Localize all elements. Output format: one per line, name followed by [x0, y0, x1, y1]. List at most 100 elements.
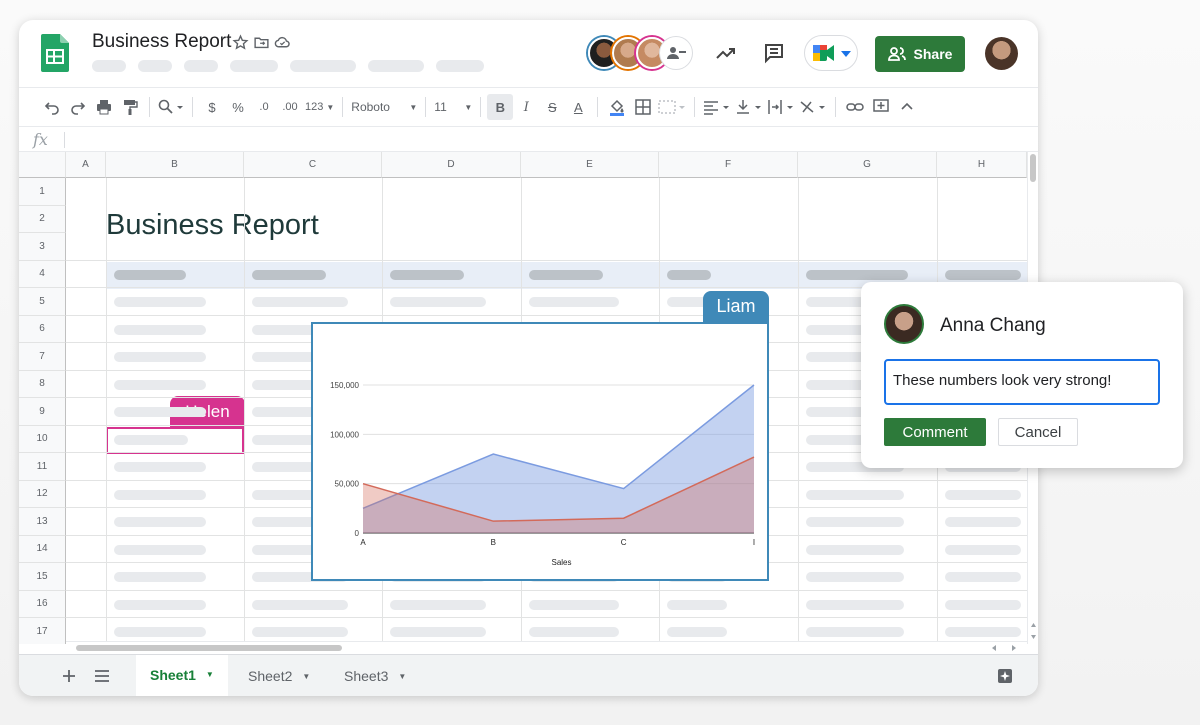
column-header[interactable]: A	[66, 152, 106, 178]
comment-cancel-button[interactable]: Cancel	[998, 418, 1078, 446]
fill-color-icon[interactable]	[604, 94, 630, 120]
cell-placeholder[interactable]	[806, 599, 904, 610]
column-header[interactable]: D	[382, 152, 521, 178]
font-size-select[interactable]: 11 ▼	[432, 94, 474, 120]
row-header[interactable]: 4	[19, 260, 66, 288]
collapse-toolbar-icon[interactable]	[894, 94, 920, 120]
comment-submit-button[interactable]: Comment	[884, 418, 986, 446]
cell-placeholder[interactable]	[806, 627, 904, 637]
row-header[interactable]: 5	[19, 288, 66, 316]
cell-placeholder[interactable]	[945, 489, 1021, 500]
row-header[interactable]: 15	[19, 563, 66, 591]
row-header[interactable]: 12	[19, 480, 66, 508]
cell-placeholder[interactable]	[114, 517, 206, 527]
row-header[interactable]: 11	[19, 453, 66, 481]
cell-placeholder[interactable]	[945, 627, 1021, 637]
cell-placeholder[interactable]	[945, 572, 1021, 582]
more-formats-button[interactable]: 123 ▼	[303, 94, 336, 120]
menu-item[interactable]	[230, 60, 278, 72]
formula-bar[interactable]: fx	[19, 128, 1038, 152]
row-header[interactable]: 3	[19, 233, 66, 261]
merge-cells-icon[interactable]	[656, 94, 688, 120]
activity-trend-icon[interactable]	[711, 38, 741, 68]
cell-placeholder[interactable]	[529, 627, 619, 637]
row-header[interactable]: 8	[19, 370, 66, 398]
header-cell-placeholder[interactable]	[806, 269, 908, 280]
move-folder-icon[interactable]	[253, 34, 270, 51]
cell-placeholder[interactable]	[114, 324, 206, 335]
menu-item[interactable]	[436, 60, 484, 72]
header-cell-placeholder[interactable]	[252, 269, 326, 280]
add-sheet-icon[interactable]	[55, 655, 83, 696]
cell-placeholder[interactable]	[114, 297, 206, 307]
account-avatar[interactable]	[985, 37, 1018, 70]
menu-item[interactable]	[184, 60, 218, 72]
header-cell-placeholder[interactable]	[945, 269, 1021, 280]
insert-comment-icon[interactable]	[868, 94, 894, 120]
row-header[interactable]: 2	[19, 205, 66, 233]
column-header[interactable]: G	[798, 152, 937, 178]
cell-placeholder[interactable]	[529, 599, 619, 610]
row-header[interactable]: 17	[19, 618, 66, 644]
cell-placeholder[interactable]	[390, 599, 486, 610]
column-header[interactable]: F	[659, 152, 798, 178]
strikethrough-button[interactable]: S	[539, 94, 565, 120]
text-wrapping-icon[interactable]	[765, 94, 797, 120]
italic-button[interactable]: I	[513, 94, 539, 120]
cell-placeholder[interactable]	[114, 434, 188, 445]
collaborator-avatars[interactable]	[588, 37, 698, 71]
borders-icon[interactable]	[630, 94, 656, 120]
cell-placeholder[interactable]	[806, 517, 904, 527]
cell-placeholder[interactable]	[806, 572, 904, 582]
cell-placeholder[interactable]	[114, 462, 206, 472]
cell-placeholder[interactable]	[252, 627, 348, 637]
sheet-heading[interactable]: Business Report	[106, 209, 319, 242]
row-header[interactable]: 7	[19, 343, 66, 371]
scroll-arrows-icon[interactable]	[1030, 622, 1037, 640]
row-header[interactable]: 14	[19, 535, 66, 563]
header-cell-placeholder[interactable]	[529, 269, 603, 280]
row-header[interactable]: 13	[19, 508, 66, 536]
cell-placeholder[interactable]	[390, 297, 486, 307]
increase-decimal-button[interactable]: .00	[277, 94, 303, 120]
paint-format-icon[interactable]	[117, 94, 143, 120]
column-header[interactable]: E	[521, 152, 659, 178]
row-header[interactable]: 1	[19, 178, 66, 206]
menu-item[interactable]	[92, 60, 126, 72]
zoom-icon[interactable]	[156, 94, 186, 120]
cell-placeholder[interactable]	[114, 627, 206, 637]
cell-placeholder[interactable]	[252, 599, 348, 610]
column-header[interactable]: H	[937, 152, 1027, 178]
vertical-scroll-thumb[interactable]	[1030, 154, 1036, 182]
scroll-arrows-icon[interactable]	[991, 644, 1017, 652]
cell-placeholder[interactable]	[945, 599, 1021, 610]
row-header[interactable]: 10	[19, 425, 66, 453]
bold-button[interactable]: B	[487, 94, 514, 120]
header-cell-placeholder[interactable]	[667, 269, 711, 280]
horizontal-scroll-thumb[interactable]	[76, 645, 342, 651]
menu-item[interactable]	[138, 60, 172, 72]
horizontal-align-icon[interactable]	[701, 94, 733, 120]
comment-input[interactable]: These numbers look very strong!	[884, 359, 1160, 405]
cell-placeholder[interactable]	[945, 544, 1021, 555]
explore-icon[interactable]	[993, 655, 1017, 696]
cell-placeholder[interactable]	[252, 297, 348, 307]
cell-placeholder[interactable]	[114, 352, 206, 362]
sheets-logo-icon[interactable]	[41, 34, 69, 72]
star-icon[interactable]	[232, 34, 249, 51]
select-all-corner[interactable]	[19, 152, 66, 178]
vertical-align-icon[interactable]	[733, 94, 765, 120]
cell-placeholder[interactable]	[114, 407, 206, 417]
sheet-tab[interactable]: Sheet2 ▼	[234, 655, 324, 696]
row-header[interactable]: 16	[19, 590, 66, 618]
cell-placeholder[interactable]	[945, 517, 1021, 527]
sheet-tab[interactable]: Sheet1 ▼	[136, 655, 228, 696]
all-sheets-icon[interactable]	[87, 655, 117, 696]
horizontal-scrollbar[interactable]	[66, 641, 1027, 653]
currency-format-button[interactable]: $	[199, 94, 225, 120]
cell-placeholder[interactable]	[114, 489, 206, 500]
row-header[interactable]: 6	[19, 315, 66, 343]
insert-link-icon[interactable]	[842, 94, 868, 120]
cell-placeholder[interactable]	[667, 627, 727, 637]
menu-item[interactable]	[368, 60, 424, 72]
